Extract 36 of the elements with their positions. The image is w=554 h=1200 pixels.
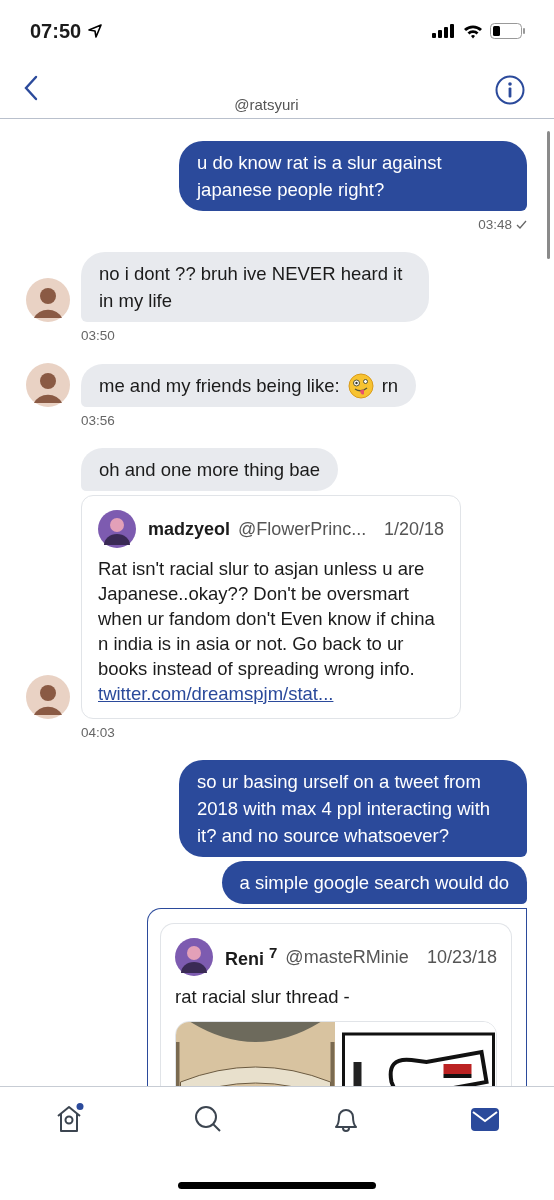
message-bubble: no i dont ?? bruh ive NEVER heard it in my life bbox=[81, 252, 429, 322]
quoted-tweet-card[interactable] bbox=[81, 495, 461, 719]
quoted-tweet-card[interactable]: Reni $^{7}$ @masteRMinie 10/23/18 rat racial slur thread - bbox=[147, 908, 527, 1086]
tweet-date: 10/23/18 bbox=[426, 946, 497, 968]
info-icon[interactable] bbox=[495, 75, 525, 105]
author-name: Reni $^{7}$ bbox=[225, 944, 278, 970]
author-handle: @masteRMinie bbox=[285, 946, 409, 968]
author-handle: @FlowerPrinc... bbox=[238, 518, 367, 540]
tweet-link[interactable]: twitter.com/dreamspjm/stat... bbox=[98, 683, 334, 704]
tweet-text: Rat isn't racial slur to asjan unless u are Japanese..okay?? Don't be oversmart when ur fandom don't Even know if china n india is in asia or not. Go back to ur books instead of spreading wrong info. twitter.com/dreamspjm/stat... bbox=[98, 557, 436, 706]
avatar[interactable] bbox=[26, 675, 70, 719]
tweet-text: rat racial slur thread - bbox=[175, 985, 351, 1009]
message-time: 03:48 bbox=[478, 217, 512, 232]
battery-icon bbox=[490, 23, 526, 39]
message-time: 03:56 bbox=[81, 413, 115, 428]
message-text: me and my friends being like: bbox=[99, 374, 340, 398]
signal-icon bbox=[432, 24, 456, 38]
message-bubble: oh and one more thing bae bbox=[81, 448, 339, 491]
message-text: rn bbox=[381, 374, 399, 398]
wifi-icon bbox=[463, 23, 483, 39]
avatar[interactable] bbox=[26, 278, 70, 322]
conversation-handle: @ratsyuri bbox=[234, 96, 299, 113]
avatar bbox=[98, 510, 136, 548]
author-name: madzyeol bbox=[148, 518, 231, 540]
status-time: 07:50 bbox=[30, 19, 82, 43]
message-bubble: a simple google search would do bbox=[221, 861, 527, 904]
emoji-icon bbox=[347, 372, 374, 399]
message-bubble: u do know rat is a slur against japanese people right? bbox=[179, 141, 527, 211]
message-time: 03:50 bbox=[81, 328, 115, 343]
back-icon[interactable] bbox=[24, 75, 38, 101]
tweet-date: 1/20/18 bbox=[383, 518, 444, 540]
avatar bbox=[175, 938, 213, 976]
location-arrow-icon bbox=[88, 24, 103, 38]
avatar[interactable] bbox=[26, 363, 70, 407]
message-time: 04:03 bbox=[81, 725, 115, 740]
message-bubble: so ur basing urself on a tweet from 2018 with max 4 ppl interacting with it? and no source whatsoever? bbox=[179, 760, 527, 857]
